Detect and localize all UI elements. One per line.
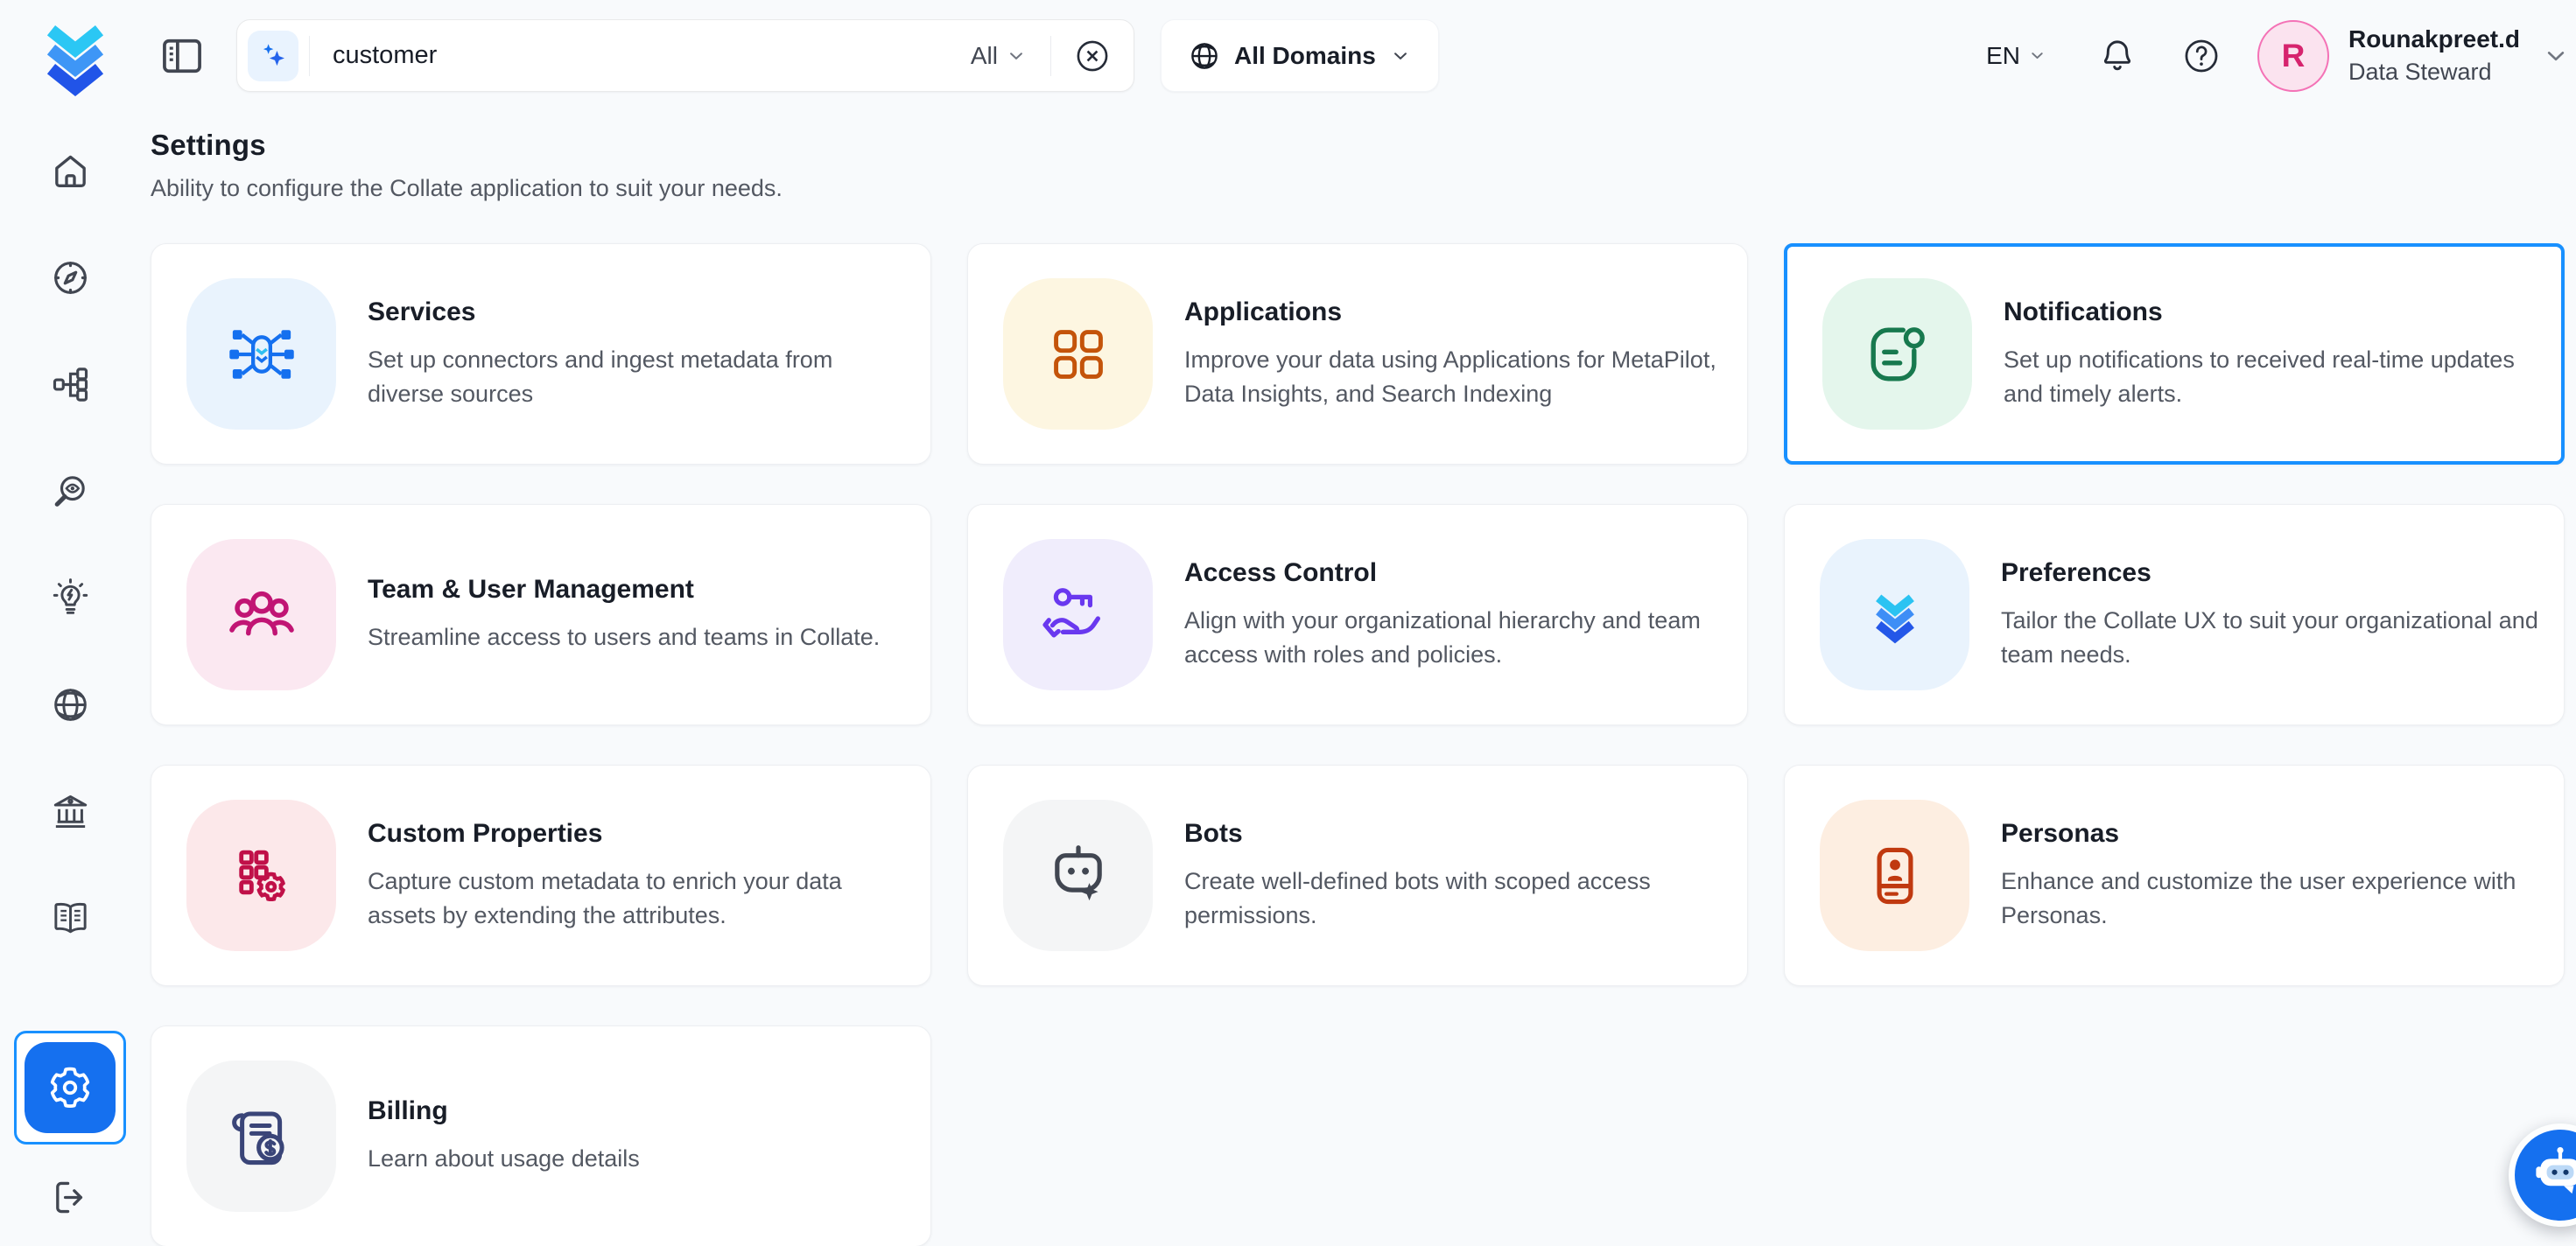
- help-icon[interactable]: [2182, 37, 2221, 75]
- notifications-icon: [1822, 278, 1972, 430]
- domains-dropdown[interactable]: All Domains: [1161, 19, 1439, 92]
- card-title: Team & User Management: [368, 575, 880, 605]
- card-title: Applications: [1184, 298, 1731, 327]
- sidebar-item-domains[interactable]: [46, 680, 95, 729]
- page-title: Settings: [151, 129, 2565, 162]
- global-search-bar[interactable]: All: [236, 19, 1134, 92]
- squares-gear-icon: [186, 800, 336, 951]
- sidebar-item-governance[interactable]: [46, 787, 95, 836]
- user-name: Rounakpreet.d: [2348, 24, 2520, 54]
- search-scope-label: All: [971, 42, 998, 70]
- collate-logo-icon: [37, 16, 114, 96]
- sidebar-nav: [0, 111, 140, 1246]
- card-title: Billing: [368, 1096, 640, 1126]
- receipt-icon: [186, 1060, 336, 1212]
- card-description: Enhance and customize the user experienc…: [2001, 864, 2548, 933]
- chevron-down-icon: [1005, 45, 1028, 67]
- domains-label: All Domains: [1234, 42, 1376, 70]
- page-subtitle: Ability to configure the Collate applica…: [151, 175, 2565, 202]
- topbar: All All Domains EN: [0, 0, 2576, 111]
- sidebar-item-lineage[interactable]: [46, 360, 95, 409]
- chevron-down-icon[interactable]: [2541, 41, 2571, 71]
- sidebar-toggle-icon[interactable]: [158, 32, 207, 80]
- globe-icon: [1188, 39, 1221, 73]
- notifications-bell-icon[interactable]: [2098, 36, 2137, 76]
- card-description: Tailor the Collate UX to suit your organ…: [2001, 604, 2548, 672]
- team-icon: [186, 539, 336, 690]
- topbar-actions: EN R Rounakpreet.d Data Steward: [1986, 20, 2571, 92]
- user-avatar[interactable]: R: [2257, 20, 2329, 92]
- sidebar-item-home[interactable]: [46, 146, 95, 195]
- settings-card-custom-properties[interactable]: Custom Properties Capture custom metadat…: [151, 765, 931, 986]
- language-label: EN: [1986, 42, 2020, 70]
- card-description: Create well-defined bots with scoped acc…: [1184, 864, 1731, 933]
- search-scope-dropdown[interactable]: All: [971, 42, 1028, 70]
- sidebar-item-insights[interactable]: [46, 573, 95, 622]
- chevron-down-icon: [1389, 45, 1412, 67]
- card-description: Capture custom metadata to enrich your d…: [368, 864, 915, 933]
- settings-card-access-control[interactable]: Access Control Align with your organizat…: [967, 504, 1748, 725]
- card-title: Personas: [2001, 819, 2548, 849]
- lightbulb-icon: [50, 578, 91, 619]
- settings-card-preferences[interactable]: Preferences Tailor the Collate UX to sui…: [1784, 504, 2565, 725]
- clear-search-icon[interactable]: [1074, 38, 1111, 74]
- open-book-icon: [50, 898, 91, 939]
- home-icon: [50, 150, 91, 192]
- avatar-initial: R: [2282, 38, 2306, 74]
- services-icon: [186, 278, 336, 430]
- sidebar-item-glossary[interactable]: [46, 893, 95, 942]
- settings-active-highlight: [25, 1042, 116, 1133]
- magnifier-eye-icon: [50, 471, 91, 512]
- card-description: Streamline access to users and teams in …: [368, 620, 880, 654]
- robot-icon: [1003, 800, 1153, 951]
- bank-icon: [50, 791, 91, 832]
- settings-card-grid: Services Set up connectors and ingest me…: [151, 243, 2565, 1246]
- sidebar-item-observability[interactable]: [46, 466, 95, 515]
- card-title: Services: [368, 298, 915, 327]
- compass-icon: [50, 257, 91, 298]
- settings-card-notifications[interactable]: Notifications Set up notifications to re…: [1784, 243, 2565, 465]
- settings-card-personas[interactable]: Personas Enhance and customize the user …: [1784, 765, 2565, 986]
- language-selector[interactable]: EN: [1986, 42, 2047, 70]
- chat-bot-icon: [2526, 1141, 2576, 1209]
- globe-icon: [50, 684, 91, 725]
- id-card-icon: [1820, 800, 1969, 951]
- chevron-down-icon: [2027, 46, 2047, 66]
- card-title: Custom Properties: [368, 819, 915, 849]
- card-title: Notifications: [2004, 298, 2545, 327]
- card-description: Improve your data using Applications for…: [1184, 343, 1731, 411]
- settings-page: Settings Ability to configure the Collat…: [140, 111, 2576, 1246]
- user-role: Data Steward: [2348, 57, 2520, 87]
- settings-card-applications[interactable]: Applications Improve your data using App…: [967, 243, 1748, 465]
- settings-card-services[interactable]: Services Set up connectors and ingest me…: [151, 243, 931, 465]
- card-title: Access Control: [1184, 558, 1731, 588]
- user-menu[interactable]: Rounakpreet.d Data Steward: [2348, 24, 2520, 87]
- card-description: Set up notifications to received real-ti…: [2004, 343, 2545, 411]
- sidebar-item-explore[interactable]: [46, 253, 95, 302]
- flow-icon: [50, 364, 91, 405]
- sidebar-item-settings[interactable]: [14, 1031, 126, 1144]
- applications-icon: [1003, 278, 1153, 430]
- card-description: Align with your organizational hierarchy…: [1184, 604, 1731, 672]
- collate-layers-icon: [1820, 539, 1969, 690]
- divider: [1050, 36, 1051, 76]
- gear-icon: [46, 1063, 95, 1112]
- divider: [309, 36, 310, 76]
- settings-card-team-user-management[interactable]: Team & User Management Streamline access…: [151, 504, 931, 725]
- ai-sparkle-icon[interactable]: [248, 31, 298, 81]
- sidebar-item-logout[interactable]: [46, 1172, 95, 1222]
- settings-card-bots[interactable]: Bots Create well-defined bots with scope…: [967, 765, 1748, 986]
- search-input[interactable]: [333, 41, 971, 70]
- settings-card-billing[interactable]: Billing Learn about usage details: [151, 1026, 931, 1246]
- card-title: Preferences: [2001, 558, 2548, 588]
- logout-icon: [50, 1177, 91, 1218]
- card-title: Bots: [1184, 819, 1731, 849]
- card-description: Learn about usage details: [368, 1142, 640, 1176]
- key-hand-icon: [1003, 539, 1153, 690]
- card-description: Set up connectors and ingest metadata fr…: [368, 343, 915, 411]
